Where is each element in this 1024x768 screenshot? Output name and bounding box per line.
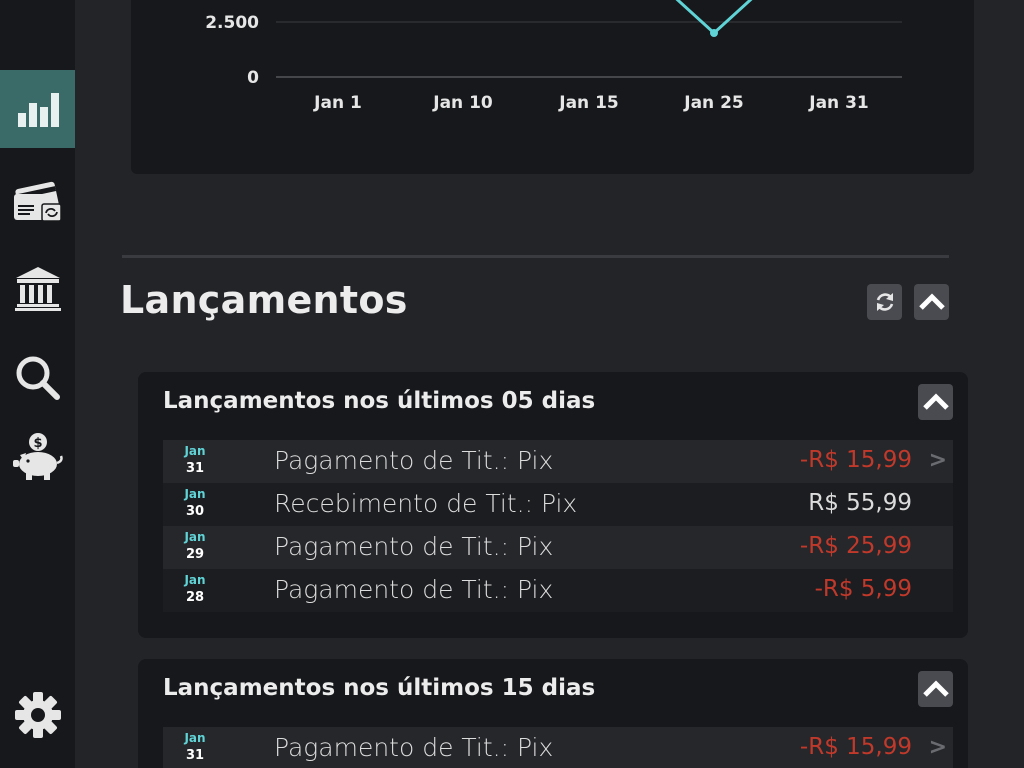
transaction-row[interactable]: Jan 29 Pagamento de Tit.: Pix -R$ 25,99 bbox=[163, 526, 953, 569]
transaction-amount: -R$ 15,99 bbox=[799, 447, 912, 473]
transaction-amount: -R$ 15,99 bbox=[799, 734, 912, 760]
piggy-bank-icon: $ bbox=[12, 433, 63, 480]
transaction-description: Recebimento de Tit.: Pix bbox=[274, 489, 578, 518]
section-collapse-button[interactable] bbox=[914, 284, 949, 320]
chevron-up-icon bbox=[922, 393, 949, 410]
date-badge: Jan 28 bbox=[184, 573, 206, 605]
transaction-row[interactable]: Jan 31 Pagamento de Tit.: Pix -R$ 15,99 > bbox=[163, 727, 953, 768]
chevron-right-icon[interactable]: > bbox=[929, 448, 947, 473]
chart-card: 2.500 0 Jan 1 Jan 10 Jan 15 Jan 25 Jan 31 bbox=[131, 0, 974, 174]
chevron-up-icon bbox=[922, 680, 949, 697]
x-tick-label: Jan 25 bbox=[683, 93, 743, 113]
date-badge: Jan 31 bbox=[184, 731, 206, 763]
nav-dashboard[interactable] bbox=[0, 70, 75, 148]
y-tick-label: 0 bbox=[247, 68, 259, 88]
sidebar: $ bbox=[0, 0, 75, 768]
transaction-list: Jan 31 Pagamento de Tit.: Pix -R$ 15,99 >… bbox=[163, 440, 953, 612]
transaction-description: Pagamento de Tit.: Pix bbox=[274, 446, 554, 475]
transaction-description: Pagamento de Tit.: Pix bbox=[274, 575, 554, 604]
panel-last-5-days: Lançamentos nos últimos 05 dias Jan 31 Pa… bbox=[138, 372, 968, 638]
credit-card-sync-icon bbox=[13, 181, 62, 222]
bank-icon bbox=[14, 267, 61, 311]
gear-icon bbox=[14, 692, 61, 738]
x-tick-label: Jan 31 bbox=[808, 93, 868, 113]
section-divider bbox=[122, 255, 949, 258]
nav-cards[interactable] bbox=[0, 160, 75, 238]
x-tick-label: Jan 1 bbox=[313, 93, 362, 113]
data-point[interactable] bbox=[710, 29, 718, 37]
chevron-right-icon[interactable]: > bbox=[929, 735, 947, 760]
transaction-row[interactable]: Jan 30 Recebimento de Tit.: Pix R$ 55,99 bbox=[163, 483, 953, 526]
transaction-description: Pagamento de Tit.: Pix bbox=[274, 733, 554, 762]
nav-settings[interactable] bbox=[0, 676, 75, 754]
refresh-button[interactable] bbox=[867, 284, 902, 320]
series-line bbox=[675, 0, 753, 36]
panel-collapse-button[interactable] bbox=[918, 671, 953, 707]
date-badge: Jan 30 bbox=[184, 487, 206, 519]
x-tick-label: Jan 10 bbox=[432, 93, 493, 113]
transaction-list: Jan 31 Pagamento de Tit.: Pix -R$ 15,99 > bbox=[163, 727, 953, 768]
panel-collapse-button[interactable] bbox=[918, 384, 953, 420]
panel-title: Lançamentos nos últimos 05 dias bbox=[163, 388, 596, 414]
section-title: Lançamentos bbox=[120, 278, 408, 322]
bar-chart-icon bbox=[17, 93, 59, 127]
nav-search[interactable] bbox=[0, 339, 75, 417]
transaction-amount: -R$ 25,99 bbox=[799, 533, 912, 559]
line-chart: 2.500 0 Jan 1 Jan 10 Jan 15 Jan 25 Jan 31 bbox=[205, 0, 902, 113]
transaction-description: Pagamento de Tit.: Pix bbox=[274, 532, 554, 561]
transaction-amount: -R$ 5,99 bbox=[814, 576, 912, 602]
panel-last-15-days: Lançamentos nos últimos 15 dias Jan 31 Pa… bbox=[138, 659, 968, 768]
transaction-row[interactable]: Jan 28 Pagamento de Tit.: Pix -R$ 5,99 bbox=[163, 569, 953, 612]
nav-bank[interactable] bbox=[0, 249, 75, 327]
chevron-up-icon bbox=[918, 293, 945, 310]
nav-savings[interactable]: $ bbox=[0, 417, 75, 495]
refresh-icon bbox=[876, 293, 893, 311]
date-badge: Jan 31 bbox=[184, 444, 206, 476]
search-icon bbox=[16, 356, 60, 400]
y-tick-label: 2.500 bbox=[205, 13, 259, 33]
panel-title: Lançamentos nos últimos 15 dias bbox=[163, 675, 596, 701]
date-badge: Jan 29 bbox=[184, 530, 206, 562]
transaction-amount: R$ 55,99 bbox=[808, 490, 912, 516]
svg-text:$: $ bbox=[33, 436, 42, 451]
transaction-row[interactable]: Jan 31 Pagamento de Tit.: Pix -R$ 15,99 > bbox=[163, 440, 953, 483]
x-tick-label: Jan 15 bbox=[558, 93, 618, 113]
